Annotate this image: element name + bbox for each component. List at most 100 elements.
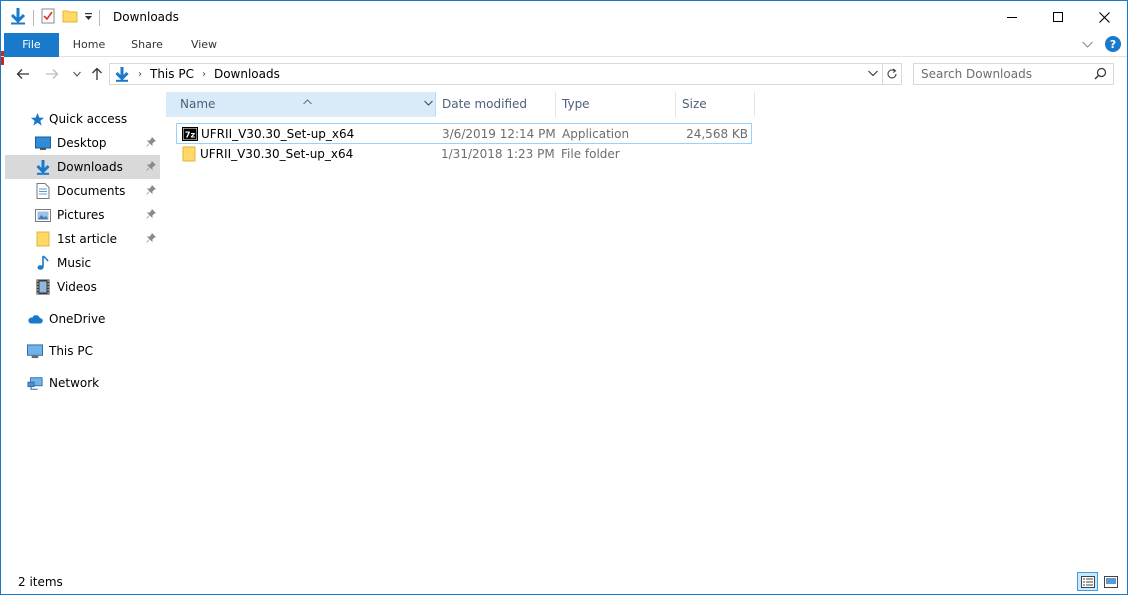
toolbar-separator <box>33 9 34 26</box>
nav-item-onedrive[interactable]: OneDrive <box>5 307 160 331</box>
file-row[interactable]: 7z UFRII_V30.30_Set-up_x64 3/6/2019 12:1… <box>176 123 752 144</box>
nav-item-pictures[interactable]: Pictures <box>5 203 160 227</box>
minimize-icon <box>1007 17 1017 18</box>
tab-share[interactable]: Share <box>121 33 173 57</box>
nav-item-quick-access[interactable]: Quick access <box>5 107 160 131</box>
nav-item-label: This PC <box>49 344 93 358</box>
cloud-icon <box>27 311 43 327</box>
column-header-label: Name <box>180 97 216 111</box>
column-filter-chevron-icon[interactable] <box>424 92 433 117</box>
up-arrow-icon <box>92 67 102 80</box>
nav-item-music[interactable]: Music <box>5 251 160 275</box>
breadcrumb-this-pc[interactable]: This PC <box>150 67 194 81</box>
nav-item-label: 1st article <box>57 232 118 246</box>
up-button[interactable] <box>87 64 107 84</box>
maximize-button[interactable] <box>1035 1 1081 33</box>
breadcrumb-separator-icon: › <box>201 68 206 80</box>
folder-icon <box>181 146 197 162</box>
nav-item-label: Videos <box>57 280 97 294</box>
nav-item-label: Documents <box>57 184 126 198</box>
search-icon[interactable] <box>1094 67 1107 83</box>
close-button[interactable] <box>1081 1 1127 33</box>
close-icon <box>1098 11 1110 23</box>
nav-item-downloads[interactable]: Downloads <box>5 155 160 179</box>
folder-icon <box>35 231 51 247</box>
column-headers: Name Date modified Type Size <box>163 92 763 117</box>
computer-icon <box>27 343 43 359</box>
back-arrow-icon <box>16 69 29 79</box>
view-switcher <box>1077 572 1121 591</box>
column-header-type[interactable]: Type <box>555 92 676 117</box>
nav-item-label: OneDrive <box>49 312 106 326</box>
window-controls <box>989 1 1127 33</box>
nav-item-this-pc[interactable]: This PC <box>5 339 160 363</box>
music-note-icon <box>35 255 51 271</box>
chevron-down-icon <box>73 71 81 77</box>
nav-item-label: Desktop <box>57 136 107 150</box>
minimize-button[interactable] <box>989 1 1035 33</box>
details-view-icon <box>1080 575 1095 588</box>
item-count: 2 items <box>18 575 63 589</box>
address-row: › This PC › Downloads <box>1 61 1127 87</box>
ribbon-right-controls: ? <box>1082 36 1121 52</box>
desktop-icon <box>35 135 51 151</box>
nav-item-label: Pictures <box>57 208 105 222</box>
star-icon <box>29 111 45 127</box>
details-view-button[interactable] <box>1077 572 1098 591</box>
refresh-icon <box>887 68 897 79</box>
breadcrumb-downloads[interactable]: Downloads <box>214 67 280 81</box>
nav-item-documents[interactable]: Documents <box>5 179 160 203</box>
address-dropdown-chevron-icon[interactable] <box>868 70 878 77</box>
expand-ribbon-chevron-icon[interactable] <box>1082 37 1093 51</box>
breadcrumb-separator-icon: › <box>138 68 142 80</box>
recent-locations-button[interactable] <box>67 64 87 84</box>
7zip-icon: 7z <box>182 126 198 142</box>
maximize-icon <box>1053 12 1063 22</box>
sort-ascending-icon <box>303 89 312 114</box>
nav-item-videos[interactable]: Videos <box>5 275 160 299</box>
file-list: Name Date modified Type Size 7z UFRII_V3… <box>163 89 1125 563</box>
download-arrow-icon <box>114 66 130 82</box>
file-name: UFRII_V30.30_Set-up_x64 <box>201 127 355 141</box>
nav-item-label: Network <box>49 376 100 390</box>
pin-icon[interactable] <box>146 136 157 150</box>
forward-button[interactable] <box>42 64 62 84</box>
quick-access-toolbar <box>9 7 100 28</box>
file-row[interactable]: UFRII_V30.30_Set-up_x64 1/31/2018 1:23 P… <box>176 144 752 165</box>
file-date-modified: 1/31/2018 1:23 PM <box>441 147 555 161</box>
download-arrow-icon <box>35 159 51 175</box>
pin-icon[interactable] <box>146 160 157 174</box>
search-input[interactable] <box>921 67 1086 81</box>
download-arrow-icon[interactable] <box>9 7 27 28</box>
help-icon[interactable]: ? <box>1105 36 1121 52</box>
status-bar: 2 items <box>1 569 1127 594</box>
nav-item-desktop[interactable]: Desktop <box>5 131 160 155</box>
column-header-date-modified[interactable]: Date modified <box>435 92 556 117</box>
window-title: Downloads <box>113 10 179 24</box>
explorer-window: Downloads File Home Share View ? › This … <box>0 0 1128 595</box>
documents-icon <box>35 183 51 199</box>
svg-text:7z: 7z <box>185 131 196 140</box>
pin-icon[interactable] <box>146 208 157 222</box>
refresh-button[interactable] <box>882 63 902 85</box>
nav-item-1st-article[interactable]: 1st article <box>5 227 160 251</box>
file-type: Application <box>562 127 630 141</box>
toolbar-separator <box>99 9 100 26</box>
ribbon: File Home Share View ? <box>1 33 1127 57</box>
file-type: File folder <box>561 147 620 161</box>
customize-toolbar-chevron-icon[interactable] <box>84 11 93 25</box>
tab-home[interactable]: Home <box>63 33 115 57</box>
new-folder-icon[interactable] <box>62 8 78 27</box>
tab-view[interactable]: View <box>179 33 229 57</box>
tab-file[interactable]: File <box>4 33 59 57</box>
pin-icon[interactable] <box>146 184 157 198</box>
column-header-name[interactable]: Name <box>166 92 436 117</box>
address-bar[interactable]: › This PC › Downloads <box>109 63 883 85</box>
back-button[interactable] <box>13 64 33 84</box>
search-box[interactable] <box>913 63 1114 85</box>
pin-icon[interactable] <box>146 232 157 246</box>
properties-icon[interactable] <box>40 8 56 27</box>
nav-item-network[interactable]: Network <box>5 371 160 395</box>
column-header-size[interactable]: Size <box>675 92 755 117</box>
large-icons-view-button[interactable] <box>1100 572 1121 591</box>
